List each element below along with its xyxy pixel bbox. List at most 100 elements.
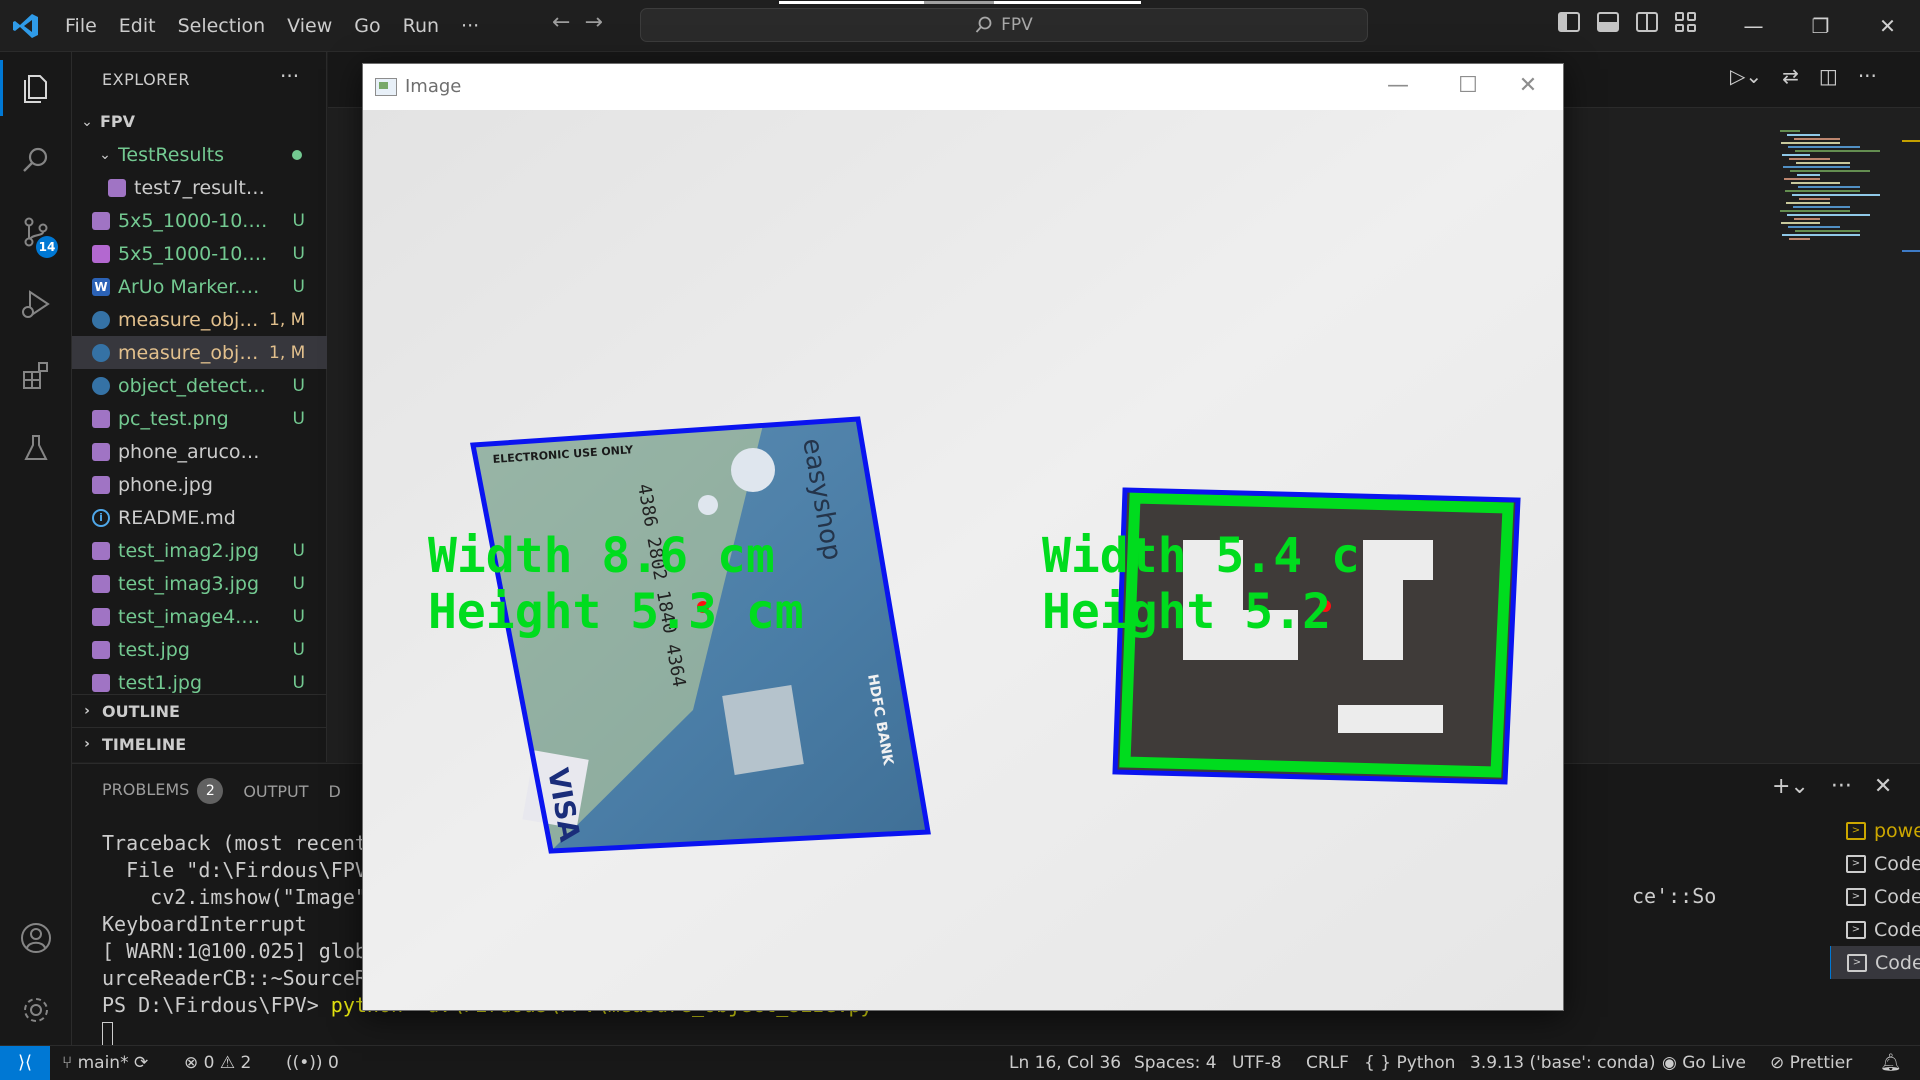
tab-output[interactable]: OUTPUT [243,782,308,801]
editor-scrollbar[interactable] [1902,140,1920,260]
file-name: measure_obje... [118,341,269,364]
file-item[interactable]: i README.md [72,501,327,534]
file-item[interactable]: measure_obje... 1, M [72,303,327,336]
image-file-icon [92,211,110,230]
back-arrow-icon[interactable]: ← [552,10,570,35]
remote-indicator-icon[interactable]: ⟩⟨ [0,1046,50,1080]
file-item[interactable]: test7_result.png [72,171,327,204]
chevron-right-icon: › [84,703,90,719]
toggle-primary-sidebar-icon[interactable] [1558,12,1580,32]
menu-view[interactable]: View [276,8,343,44]
timeline-section[interactable]: › TIMELINE [72,727,327,760]
menu-run[interactable]: Run [392,8,450,44]
more-actions-icon[interactable]: ··· [1831,774,1852,799]
image-window[interactable]: Image — ☐ ✕ ELECTRONIC USE ONLY easyshop… [362,63,1564,1011]
file-item[interactable]: 5x5_1000-10.png U [72,204,327,237]
file-item[interactable]: phone_aruco_marker.... [72,435,327,468]
indentation[interactable]: Spaces: 4 [1134,1046,1217,1080]
file-item[interactable]: test.jpg U [72,633,327,666]
git-status: U [292,540,305,561]
explorer-more-actions[interactable]: ··· [280,64,299,88]
minimize-icon[interactable]: — [1720,0,1787,52]
image-file-icon [92,640,110,659]
explorer-activity[interactable] [0,52,72,124]
file-item[interactable]: test_imag3.jpg U [72,567,327,600]
file-item[interactable]: phone.jpg [72,468,327,501]
file-item[interactable]: test_image4.png U [72,600,327,633]
close-icon[interactable]: ✕ [1854,0,1920,52]
terminal-instance[interactable]: > Code [1830,946,1920,979]
file-item[interactable]: test_imag2.jpg U [72,534,327,567]
terminal-instance[interactable]: > Code [1830,913,1920,946]
branch-status[interactable]: ⑂ main* ⟳ [62,1046,148,1080]
menu-more[interactable]: ··· [450,8,490,44]
terminal-instance[interactable]: > Code [1830,880,1920,913]
image-window-titlebar[interactable]: Image — ☐ ✕ [363,64,1563,110]
minimap-line [1782,154,1810,156]
notifications-bell-icon[interactable]: 🔔︎ [1880,1046,1902,1080]
split-editor-icon[interactable]: ◫ [1819,64,1838,88]
more-actions-icon[interactable]: ··· [1858,64,1877,88]
compare-changes-icon[interactable]: ⇄ [1782,64,1799,88]
tab-problems[interactable]: PROBLEMS 2 [102,778,224,804]
python-interpreter[interactable]: 3.9.13 ('base': conda) [1470,1046,1655,1080]
menu-edit[interactable]: Edit [108,8,167,44]
python-file-icon [92,343,110,362]
tab-debug-console[interactable]: D [329,782,341,801]
terminal-instance[interactable]: > Code [1830,847,1920,880]
minimap-line [1786,202,1830,204]
problems-status[interactable]: ⊗ 0 ⚠ 2 [184,1046,251,1080]
testing-activity[interactable] [0,412,72,484]
title-bar: File Edit Selection View Go Run ··· ← → … [0,0,1920,52]
prettier-status[interactable]: ⊘ Prettier [1770,1046,1852,1080]
file-item[interactable]: object_detector.... U [72,369,327,402]
command-center[interactable]: FPV [640,1,1368,42]
file-item[interactable]: W ArUo Marker.docx U [72,270,327,303]
customize-layout-icon[interactable] [1675,12,1697,32]
image-file-icon [92,409,110,428]
outline-section[interactable]: › OUTLINE [72,694,327,727]
menu-file[interactable]: File [54,8,108,44]
line-ending[interactable]: CRLF [1306,1046,1349,1080]
run-debug-activity[interactable] [0,268,72,340]
restore-icon[interactable]: ❐ [1787,0,1854,52]
extensions-activity[interactable] [0,340,72,412]
layout-controls [1558,12,1697,32]
file-item[interactable]: pc_test.png U [72,402,327,435]
folder-testresults[interactable]: ⌄ TestResults [72,138,327,171]
terminal-label: Code [1874,885,1920,908]
close-panel-icon[interactable]: ✕ [1874,774,1892,799]
command-center-text: FPV [1001,15,1033,35]
manage-activity[interactable] [0,974,72,1046]
go-live-button[interactable]: ◉ Go Live [1662,1046,1746,1080]
search-activity[interactable] [0,124,72,196]
forward-arrow-icon[interactable]: → [584,10,602,35]
terminal-instance[interactable]: >power...⚠ [1830,814,1920,847]
cursor-position[interactable]: Ln 16, Col 36 [1009,1046,1121,1080]
file-name: ArUo Marker.docx [118,275,269,298]
encoding[interactable]: UTF-8 [1232,1046,1282,1080]
source-control-activity[interactable]: 14 [0,196,72,268]
minimap[interactable] [1776,130,1906,260]
minimap-line [1788,226,1840,228]
navigation: ← → [552,10,603,35]
accounts-activity[interactable] [0,902,72,974]
menu-go[interactable]: Go [343,8,391,44]
window-close-icon[interactable]: ✕ [1493,64,1563,110]
workspace-root[interactable]: ⌄ FPV [72,105,327,138]
toggle-panel-icon[interactable] [1597,12,1619,32]
window-minimize-icon[interactable]: — [1363,64,1433,110]
ports-status[interactable]: ((•)) 0 [286,1046,339,1080]
image-canvas[interactable]: ELECTRONIC USE ONLY easyshop 4386 2802 1… [363,110,1563,1010]
file-item[interactable]: 5x5_1000-10.svg U [72,237,327,270]
toggle-secondary-sidebar-icon[interactable] [1636,12,1658,32]
minimap-line [1787,134,1820,136]
language-mode[interactable]: { } Python [1364,1046,1455,1080]
run-file-icon[interactable]: ▷⌄ [1730,64,1762,88]
file-item[interactable]: measure_obje... 1, M [72,336,327,369]
menu-selection[interactable]: Selection [167,8,277,44]
terminal-icon: > [1847,953,1867,972]
minimap-line [1782,234,1860,236]
new-terminal-icon[interactable]: +⌄ [1772,774,1809,799]
problems-count-badge: 2 [197,778,224,804]
